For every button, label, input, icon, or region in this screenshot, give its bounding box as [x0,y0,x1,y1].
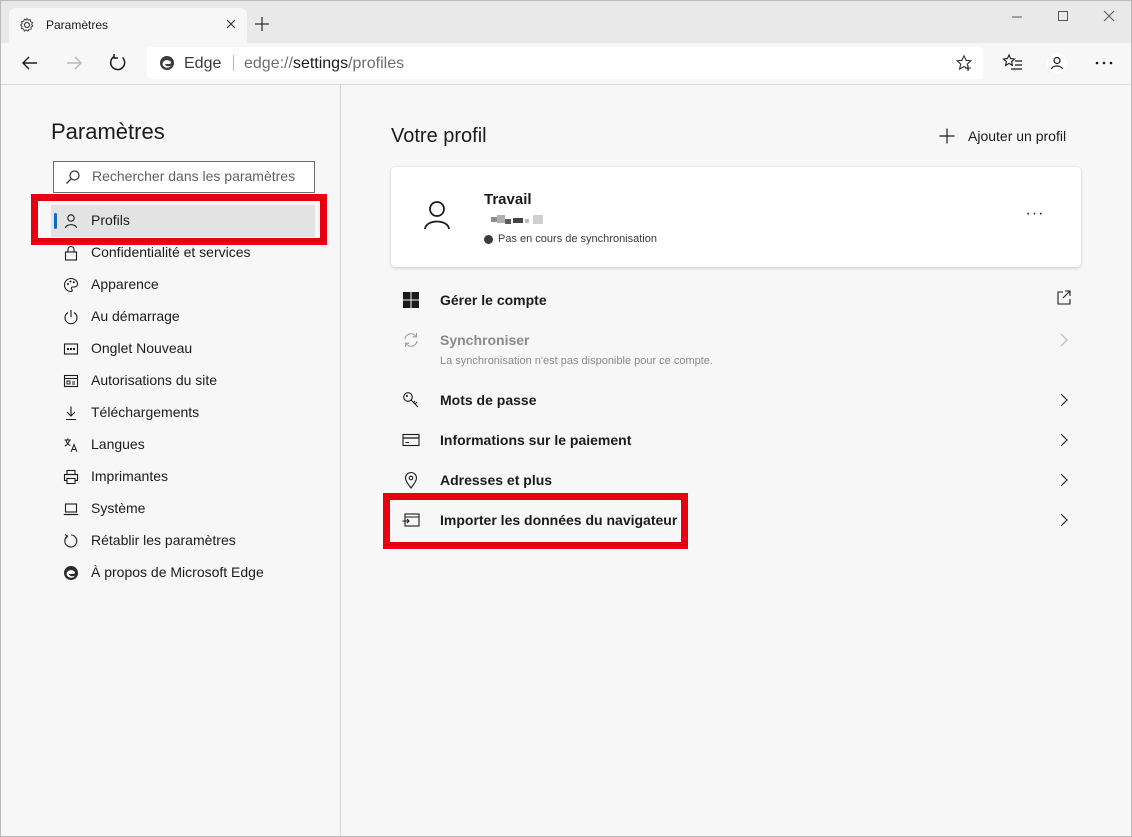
sidebar-item-label: Téléchargements [91,404,200,420]
windows-logo-icon [402,291,420,309]
new-tab-page-icon [63,341,79,357]
tab-strip: Paramètres [1,1,1131,43]
sidebar-item-label: Langues [91,436,145,452]
lock-icon [63,245,79,261]
power-icon [63,309,79,325]
sidebar-item-autorisations[interactable]: Autorisations du site [51,365,315,397]
row-label: Adresses et plus [440,472,553,488]
sync-status-icon [484,235,493,244]
address-bar[interactable]: Edge edge://settings/profiles [147,47,983,79]
profile-name: Travail [484,191,532,208]
external-link-icon[interactable] [1057,290,1071,306]
favorites-icon[interactable] [1002,52,1024,74]
forward-arrow-icon[interactable] [63,52,85,74]
sidebar-item-label: Apparence [91,276,159,292]
row-gerer-compte[interactable]: Gérer le compte [391,279,1081,319]
chevron-right-icon[interactable] [1057,432,1071,448]
site-permissions-icon [63,373,79,389]
row-synchroniser: Synchroniser La synchronisation n'est pa… [391,319,1081,371]
row-label: Synchroniser [440,332,530,348]
sidebar-item-label: Confidentialité et services [91,244,251,260]
chevron-right-icon [1057,332,1071,348]
sidebar-item-langues[interactable]: Langues [51,429,315,461]
sidebar-item-label: Système [91,500,146,516]
edge-logo-icon [159,55,175,71]
profile-card: Travail Pas en cours de synchronisation … [391,167,1081,267]
address-url[interactable]: edge://settings/profiles [244,55,404,73]
refresh-icon[interactable] [107,52,129,74]
palette-icon [63,277,79,293]
favorite-star-icon[interactable] [955,54,973,72]
plus-icon [938,127,956,145]
chevron-right-icon[interactable] [1057,472,1071,488]
page-title: Votre profil [391,125,487,147]
sidebar-item-onglet-nouveau[interactable]: Onglet Nouveau [51,333,315,365]
printer-icon [63,469,79,485]
more-menu-icon[interactable] [1093,52,1115,74]
search-input[interactable] [92,168,302,184]
row-paiement[interactable]: Informations sur le paiement [391,419,1081,459]
minimize-icon[interactable] [1006,7,1028,27]
address-separator [233,55,234,71]
profile-icon[interactable] [1046,52,1068,74]
sidebar-item-label: Autorisations du site [91,372,218,388]
sync-icon [402,331,420,349]
sidebar-item-demarrage[interactable]: Au démarrage [51,301,315,333]
sidebar-item-telechargements[interactable]: Téléchargements [51,397,315,429]
url-prefix: edge:// [244,55,293,72]
sidebar-item-a-propos[interactable]: À propos de Microsoft Edge [51,557,315,589]
edge-logo-icon [63,565,79,581]
row-label: Mots de passe [440,392,537,408]
settings-main: Votre profil Ajouter un profil Travail P… [341,85,1131,836]
close-tab-icon[interactable] [223,16,239,32]
highlight-profils [31,194,327,245]
sidebar-item-label: Imprimantes [91,468,169,484]
credit-card-icon [402,431,420,449]
sidebar-title: Paramètres [51,119,165,144]
sidebar-item-label: Rétablir les paramètres [91,532,236,548]
row-label: Informations sur le paiement [440,432,632,448]
gear-icon [19,17,35,33]
browser-window: Paramètres Edge edge://settings/profiles… [0,0,1132,837]
laptop-icon [63,501,79,517]
back-arrow-icon[interactable] [19,52,41,74]
sidebar-item-label: À propos de Microsoft Edge [91,564,264,580]
sidebar-item-imprimantes[interactable]: Imprimantes [51,461,315,493]
tab-settings[interactable]: Paramètres [9,8,247,43]
sidebar-item-systeme[interactable]: Système [51,493,315,525]
row-mots-de-passe[interactable]: Mots de passe [391,379,1081,419]
tab-title: Paramètres [46,18,109,32]
window-close-icon[interactable] [1098,7,1120,27]
highlight-importer [383,493,688,549]
languages-icon [63,437,79,453]
profile-email-redacted [491,215,553,227]
sidebar-item-label: Onglet Nouveau [91,340,193,356]
row-sublabel: La synchronisation n'est pas disponible … [440,355,713,367]
key-icon [402,391,420,409]
chevron-right-icon[interactable] [1057,392,1071,408]
settings-search[interactable] [53,161,315,193]
url-path: /profiles [348,55,405,72]
add-profile-label: Ajouter un profil [968,128,1067,144]
url-host: settings [292,55,349,72]
avatar [423,200,451,230]
address-brand: Edge [184,55,222,72]
row-label: Gérer le compte [440,292,547,308]
sidebar-item-apparence[interactable]: Apparence [51,269,315,301]
download-icon [63,405,79,421]
maximize-icon[interactable] [1052,7,1074,27]
profile-more-icon[interactable]: ··· [1021,205,1049,229]
toolbar: Edge edge://settings/profiles [1,43,1131,85]
search-icon [65,169,81,185]
new-tab-icon[interactable] [253,15,271,33]
sidebar-item-label: Au démarrage [91,308,180,324]
reset-icon [63,533,79,549]
location-pin-icon [402,471,420,489]
chevron-right-icon[interactable] [1057,512,1071,528]
sync-status: Pas en cours de synchronisation [498,233,657,245]
sidebar-item-retablir[interactable]: Rétablir les paramètres [51,525,315,557]
